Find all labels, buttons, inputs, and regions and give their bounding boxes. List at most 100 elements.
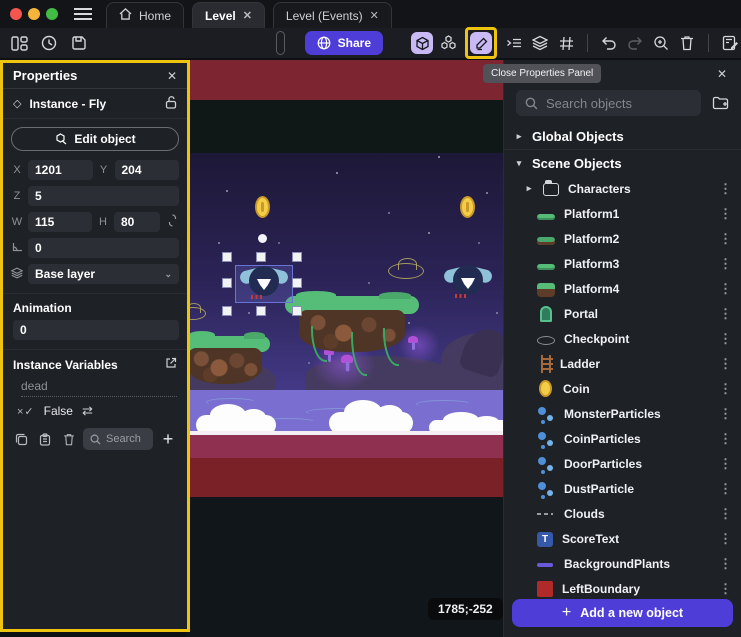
variable-name[interactable]: dead xyxy=(21,379,177,397)
add-variable-button[interactable]: + xyxy=(157,429,179,450)
instance-list-icon[interactable] xyxy=(503,32,525,54)
object-menu-icon[interactable]: ⋮ xyxy=(719,331,731,347)
resize-handle[interactable] xyxy=(292,252,302,262)
3d-box-icon[interactable] xyxy=(411,32,433,54)
panel-layout-icon[interactable] xyxy=(8,32,30,54)
z-order-input[interactable]: 5 xyxy=(28,186,179,206)
grid-icon[interactable] xyxy=(555,32,577,54)
toggle-value-icon[interactable]: ⇄ xyxy=(82,403,93,419)
share-button[interactable]: Share xyxy=(305,31,383,55)
object-menu-icon[interactable]: ⋮ xyxy=(719,431,731,447)
object-list-item[interactable]: Portal ⋮ xyxy=(504,301,741,326)
object-list-item[interactable]: LeftBoundary ⋮ xyxy=(504,576,741,601)
angle-input[interactable]: 0 xyxy=(28,238,179,258)
animation-input[interactable]: 0 xyxy=(13,320,179,340)
platform-sprite[interactable] xyxy=(285,296,419,366)
window-minimize-button[interactable] xyxy=(28,8,40,20)
undo-icon[interactable] xyxy=(598,32,620,54)
object-menu-icon[interactable]: ⋮ xyxy=(719,206,731,222)
trash-icon[interactable] xyxy=(676,32,698,54)
paste-icon[interactable] xyxy=(35,429,55,449)
close-objects-icon[interactable]: ✕ xyxy=(717,67,727,81)
object-group-icon[interactable] xyxy=(437,32,459,54)
resize-handle[interactable] xyxy=(222,306,232,316)
resize-handle[interactable] xyxy=(222,278,232,288)
object-menu-icon[interactable]: ⋮ xyxy=(719,556,731,572)
close-tab-icon[interactable]: ✕ xyxy=(370,9,379,22)
width-input[interactable]: 115 xyxy=(28,212,92,232)
variables-search-input[interactable]: Search xyxy=(83,428,153,450)
hamburger-menu-icon[interactable] xyxy=(74,8,92,20)
tab-home[interactable]: Home xyxy=(106,2,184,28)
object-list-item[interactable]: ▸ Characters ⋮ xyxy=(504,176,741,201)
history-icon[interactable] xyxy=(38,32,60,54)
object-list-item[interactable]: BackgroundPlants ⋮ xyxy=(504,551,741,576)
layers-icon[interactable] xyxy=(529,32,551,54)
tab-level[interactable]: Level ✕ xyxy=(192,2,265,28)
y-position-input[interactable]: 204 xyxy=(115,160,180,180)
lock-aspect-ratio-icon[interactable] xyxy=(165,214,179,230)
resize-handle[interactable] xyxy=(222,252,232,262)
checkpoint-outline-sprite[interactable] xyxy=(388,263,424,279)
object-list-item[interactable]: CoinParticles ⋮ xyxy=(504,426,741,451)
coin-sprite[interactable] xyxy=(255,196,270,218)
height-input[interactable]: 80 xyxy=(114,212,160,232)
object-menu-icon[interactable]: ⋮ xyxy=(719,231,731,247)
fly-sprite-selected[interactable] xyxy=(241,266,287,302)
x-position-input[interactable]: 1201 xyxy=(28,160,93,180)
object-menu-icon[interactable]: ⋮ xyxy=(719,456,731,472)
add-new-object-button[interactable]: + Add a new object xyxy=(512,599,733,627)
object-list-item[interactable]: Platform3 ⋮ xyxy=(504,251,741,276)
resize-handle[interactable] xyxy=(256,252,266,262)
object-list-item[interactable]: DoorParticles ⋮ xyxy=(504,451,741,476)
save-icon[interactable] xyxy=(68,32,90,54)
object-menu-icon[interactable]: ⋮ xyxy=(719,581,731,597)
unlock-icon[interactable] xyxy=(165,96,177,112)
object-menu-icon[interactable]: ⋮ xyxy=(719,281,731,297)
group-scene-objects[interactable]: ▾ Scene Objects xyxy=(504,150,741,176)
object-menu-icon[interactable]: ⋮ xyxy=(719,531,731,547)
add-folder-icon[interactable] xyxy=(709,92,731,114)
fly-sprite[interactable] xyxy=(445,265,491,301)
close-properties-icon[interactable]: ✕ xyxy=(167,69,177,83)
object-menu-icon[interactable]: ⋮ xyxy=(719,181,731,197)
edit-object-button[interactable]: Edit object xyxy=(11,127,179,151)
object-list-item[interactable]: MonsterParticles ⋮ xyxy=(504,401,741,426)
object-list-item[interactable]: T ScoreText ⋮ xyxy=(504,526,741,551)
open-variables-editor-icon[interactable] xyxy=(165,357,177,372)
platform-sprite[interactable] xyxy=(186,336,270,390)
objects-search-input[interactable]: Search objects xyxy=(516,90,701,116)
variable-value-row[interactable]: ×✓ False ⇄ xyxy=(17,403,177,419)
object-menu-icon[interactable]: ⋮ xyxy=(719,381,731,397)
resize-handle[interactable] xyxy=(292,306,302,316)
layer-select[interactable]: Base layer ⌄ xyxy=(28,264,179,284)
scene-editor-canvas[interactable]: 1785;-252 xyxy=(186,60,503,637)
group-global-objects[interactable]: ▸ Global Objects xyxy=(504,124,741,150)
resize-handle[interactable] xyxy=(292,278,302,288)
object-menu-icon[interactable]: ⋮ xyxy=(719,481,731,497)
object-menu-icon[interactable]: ⋮ xyxy=(719,256,731,272)
object-list-item[interactable]: Clouds ⋮ xyxy=(504,501,741,526)
object-list-item[interactable]: Coin ⋮ xyxy=(504,376,741,401)
object-list-item[interactable]: Platform4 ⋮ xyxy=(504,276,741,301)
object-list-item[interactable]: DustParticle ⋮ xyxy=(504,476,741,501)
object-list-item[interactable]: Ladder ⋮ xyxy=(504,351,741,376)
object-menu-icon[interactable]: ⋮ xyxy=(719,306,731,322)
events-sheet-icon[interactable] xyxy=(719,32,741,54)
window-close-button[interactable] xyxy=(10,8,22,20)
object-menu-icon[interactable]: ⋮ xyxy=(719,406,731,422)
object-list-item[interactable]: Platform2 ⋮ xyxy=(504,226,741,251)
trash-icon[interactable] xyxy=(59,429,79,449)
preview-button[interactable]: Preview ⌄ xyxy=(276,31,285,55)
object-list-item[interactable]: Checkpoint ⋮ xyxy=(504,326,741,351)
coin-sprite[interactable] xyxy=(460,196,475,218)
object-list-item[interactable]: Platform1 ⋮ xyxy=(504,201,741,226)
window-maximize-button[interactable] xyxy=(46,8,58,20)
zoom-in-icon[interactable] xyxy=(650,32,672,54)
resize-handle[interactable] xyxy=(256,306,266,316)
edit-properties-pencil-icon[interactable] xyxy=(470,32,492,54)
copy-icon[interactable] xyxy=(11,429,31,449)
tab-level-events[interactable]: Level (Events) ✕ xyxy=(273,2,392,28)
object-menu-icon[interactable]: ⋮ xyxy=(719,506,731,522)
close-tab-icon[interactable]: ✕ xyxy=(243,9,252,22)
